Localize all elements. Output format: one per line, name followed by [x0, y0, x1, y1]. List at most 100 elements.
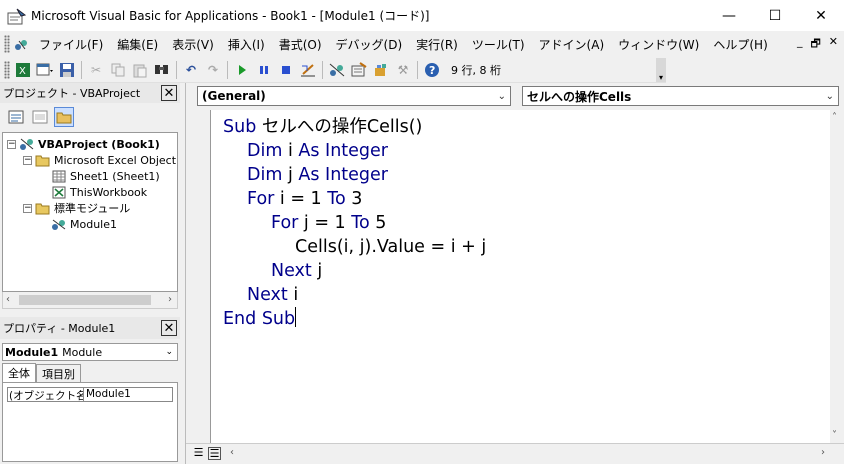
chevron-down-icon[interactable]: ⌄ [826, 91, 834, 102]
code-line[interactable]: Next j [271, 259, 322, 283]
tree-folder-objects[interactable]: − Microsoft Excel Object [23, 152, 176, 168]
code-vscrollbar[interactable]: ˄ ˅ [830, 110, 844, 443]
object-browser-icon[interactable] [371, 60, 391, 80]
project-explorer-icon[interactable] [327, 60, 347, 80]
tree-item-workbook-label: ThisWorkbook [70, 185, 148, 199]
menu-addins[interactable]: アドイン(A) [532, 36, 612, 53]
code-text: 5 [369, 213, 387, 233]
redo-icon[interactable]: ↷ [203, 60, 223, 80]
code-text: セルへの操作Cells() [256, 117, 423, 137]
project-tree-hscrollbar[interactable]: ‹ › [2, 292, 178, 309]
undo-icon[interactable]: ↶ [181, 60, 201, 80]
text-caret [295, 307, 297, 327]
code-window: (General) ⌄ セルへの操作Cells ⌄ Sub セルへの操作Cell… [185, 83, 844, 464]
procedure-combo[interactable]: セルへの操作Cells ⌄ [522, 86, 839, 106]
property-value[interactable]: Module1 [84, 388, 131, 401]
menu-edit[interactable]: 編集(E) [110, 36, 165, 53]
property-row[interactable]: (オブジェクト名) Module1 [7, 387, 173, 402]
mdi-close-button[interactable]: ✕ [829, 35, 838, 54]
excel-view-icon[interactable]: X [13, 60, 33, 80]
properties-pane-close-button[interactable]: ✕ [161, 320, 177, 336]
help-icon[interactable]: ? [422, 60, 442, 80]
view-object-icon[interactable] [30, 107, 50, 127]
find-icon[interactable] [152, 60, 172, 80]
scroll-up-arrow[interactable]: ˄ [832, 112, 837, 123]
scroll-left-arrow[interactable]: ‹ [6, 294, 10, 305]
toolbar-grip[interactable] [4, 60, 10, 79]
chevron-down-icon[interactable]: ⌄ [498, 91, 506, 102]
minimize-button[interactable]: — [706, 0, 752, 31]
code-margin[interactable] [186, 110, 210, 443]
copy-icon[interactable] [108, 60, 128, 80]
toolbar-options[interactable]: ▾ [656, 58, 666, 82]
close-button[interactable]: ✕ [798, 0, 844, 31]
tree-root[interactable]: − VBAProject (Book1) [7, 136, 160, 152]
properties-grid: (オブジェクト名) Module1 [2, 382, 178, 462]
procedure-view-icon[interactable]: ☰ [192, 447, 205, 460]
code-line[interactable]: Dim i As Integer [247, 139, 388, 163]
view-code-icon[interactable] [6, 107, 26, 127]
toggle-folders-icon[interactable] [54, 107, 74, 127]
project-tree[interactable]: − VBAProject (Book1) − Microsoft Excel O… [2, 132, 178, 292]
object-combo[interactable]: (General) ⌄ [197, 86, 511, 106]
menu-file[interactable]: ファイル(F) [32, 36, 110, 53]
code-keyword: For [247, 189, 275, 209]
code-line[interactable]: Dim j As Integer [247, 163, 388, 187]
worksheet-icon [51, 169, 67, 183]
menu-insert[interactable]: 挿入(I) [221, 36, 272, 53]
scroll-thumb[interactable] [19, 295, 151, 305]
menu-window[interactable]: ウィンドウ(W) [611, 36, 706, 53]
scroll-right-arrow[interactable]: › [168, 294, 172, 305]
menu-tools[interactable]: ツール(T) [465, 36, 532, 53]
menu-grip[interactable] [4, 35, 10, 53]
code-text: j [311, 261, 323, 281]
toolbox-icon[interactable]: ⚒ [393, 60, 413, 80]
code-line[interactable]: Sub セルへの操作Cells() [223, 115, 422, 139]
code-line[interactable]: Next i [247, 283, 298, 307]
code-editor[interactable]: Sub セルへの操作Cells() Dim i As Integer Dim j… [210, 110, 831, 443]
menu-debug[interactable]: デバッグ(D) [329, 36, 410, 53]
tree-item-module1[interactable]: Module1 [51, 216, 117, 232]
scroll-left-arrow[interactable]: ‹ [230, 447, 234, 458]
full-module-view-icon[interactable]: ☰ [208, 447, 221, 460]
tree-item-sheet1[interactable]: Sheet1 (Sheet1) [51, 168, 160, 184]
cut-icon[interactable]: ✂ [86, 60, 106, 80]
menu-format[interactable]: 書式(O) [272, 36, 329, 53]
cursor-position: 9 行, 8 桁 [451, 63, 501, 77]
menu-run[interactable]: 実行(R) [409, 36, 465, 53]
collapse-toggle[interactable]: − [23, 155, 32, 165]
tab-alphabetic[interactable]: 全体 [2, 363, 36, 383]
code-line[interactable]: Cells(i, j).Value = i + j [295, 235, 486, 259]
tab-categorized[interactable]: 項目別 [36, 364, 81, 382]
paste-icon[interactable] [130, 60, 150, 80]
object-selector-name: Module1 [5, 345, 59, 359]
code-line[interactable]: For i = 1 To 3 [247, 187, 362, 211]
code-line[interactable]: For j = 1 To 5 [271, 211, 386, 235]
tree-item-workbook[interactable]: ThisWorkbook [51, 184, 147, 200]
properties-window-icon[interactable] [349, 60, 369, 80]
pause-icon[interactable] [254, 60, 274, 80]
collapse-toggle[interactable]: − [23, 203, 32, 213]
code-text: j [282, 165, 299, 185]
vba-app-icon[interactable] [6, 5, 28, 27]
module-icon[interactable] [12, 35, 30, 53]
scroll-down-arrow[interactable]: ˅ [832, 430, 837, 441]
code-keyword: To [327, 189, 346, 209]
scroll-right-arrow[interactable]: › [821, 447, 825, 458]
run-icon[interactable] [232, 60, 252, 80]
menu-help[interactable]: ヘルプ(H) [706, 36, 774, 53]
object-selector[interactable]: Module1 Module ⌄ [2, 343, 178, 361]
tree-folder-modules[interactable]: − 標準モジュール [23, 200, 130, 216]
mdi-restore-button[interactable]: 🗗 [810, 35, 820, 54]
project-pane-close-button[interactable]: ✕ [161, 85, 177, 101]
insert-userform-icon[interactable] [35, 60, 55, 80]
code-line[interactable]: End Sub [223, 307, 297, 331]
maximize-button[interactable]: ☐ [752, 0, 798, 31]
reset-icon[interactable] [276, 60, 296, 80]
collapse-toggle[interactable]: − [7, 139, 16, 149]
design-mode-icon[interactable] [298, 60, 318, 80]
menu-view[interactable]: 表示(V) [165, 36, 221, 53]
mdi-minimize-button[interactable]: _ [797, 35, 803, 54]
chevron-down-icon[interactable]: ⌄ [165, 347, 173, 357]
save-icon[interactable] [57, 60, 77, 80]
